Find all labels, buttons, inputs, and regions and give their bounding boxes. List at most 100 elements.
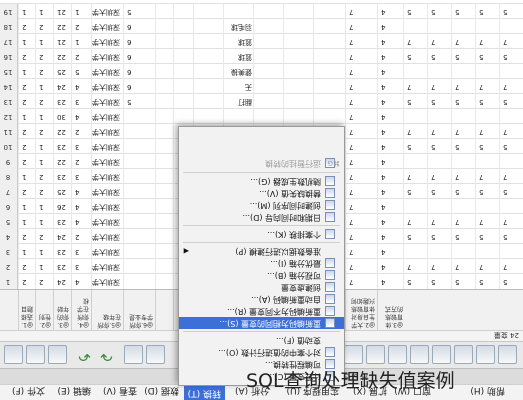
- table-cell[interactable]: 5: [451, 184, 475, 199]
- table-cell[interactable]: 5: [427, 49, 451, 64]
- table-cell[interactable]: [253, 19, 283, 34]
- table-cell[interactable]: 4: [377, 139, 405, 154]
- table-cell[interactable]: 5: [451, 49, 475, 64]
- table-cell[interactable]: 篮球: [223, 34, 255, 49]
- table-cell[interactable]: [283, 94, 313, 109]
- table-cell[interactable]: [155, 154, 173, 169]
- table-cell[interactable]: 4: [377, 49, 405, 64]
- table-cell[interactable]: 4: [377, 94, 405, 109]
- table-cell[interactable]: [155, 49, 173, 64]
- table-cell[interactable]: 5: [427, 4, 451, 19]
- table-cell[interactable]: 1: [18, 64, 35, 79]
- table-cell[interactable]: 4: [377, 109, 405, 124]
- table-cell[interactable]: [173, 109, 193, 124]
- table-cell[interactable]: 4: [377, 34, 405, 49]
- table-cell[interactable]: [173, 34, 193, 49]
- table-cell[interactable]: [451, 154, 475, 169]
- table-cell[interactable]: [403, 19, 427, 34]
- table-cell[interactable]: 翻打: [223, 94, 255, 109]
- table-cell[interactable]: 7: [403, 34, 427, 49]
- table-cell[interactable]: 5: [499, 4, 523, 19]
- table-cell[interactable]: 7: [427, 124, 451, 139]
- table-cell[interactable]: 7: [451, 169, 475, 184]
- table-cell[interactable]: 7: [345, 169, 377, 184]
- table-cell[interactable]: 无: [223, 79, 255, 94]
- table-cell[interactable]: [155, 124, 173, 139]
- table-cell[interactable]: 7: [451, 214, 475, 229]
- table-cell[interactable]: 5: [499, 139, 523, 154]
- row-number[interactable]: 17: [0, 34, 18, 49]
- table-cell[interactable]: 1: [71, 34, 91, 49]
- table-cell[interactable]: 30: [53, 109, 71, 124]
- table-cell[interactable]: 深圳大学: [91, 259, 123, 274]
- table-cell[interactable]: 2: [71, 229, 91, 244]
- table-cell[interactable]: 7: [345, 229, 377, 244]
- table-cell[interactable]: 2: [35, 49, 53, 64]
- table-cell[interactable]: 4: [377, 124, 405, 139]
- table-cell[interactable]: [427, 199, 451, 214]
- table-cell[interactable]: 4: [377, 169, 405, 184]
- table-cell[interactable]: [283, 109, 313, 124]
- table-cell[interactable]: 5: [499, 49, 523, 64]
- insert-case-icon[interactable]: [454, 345, 473, 364]
- table-cell[interactable]: 7: [345, 124, 377, 139]
- table-cell[interactable]: 2: [35, 184, 53, 199]
- table-cell[interactable]: 1: [35, 79, 53, 94]
- column-header[interactable]: @5.你所在年级: [91, 290, 123, 330]
- table-cell[interactable]: 7: [499, 259, 523, 274]
- table-cell[interactable]: [427, 64, 451, 79]
- table-cell[interactable]: 2: [35, 64, 53, 79]
- column-header[interactable]: @3.体育锻炼的方式: [377, 290, 405, 330]
- table-cell[interactable]: 7: [345, 139, 377, 154]
- table-cell[interactable]: 3: [71, 94, 91, 109]
- print-icon[interactable]: [48, 345, 67, 364]
- row-number[interactable]: 14: [0, 79, 18, 94]
- table-cell[interactable]: 深圳大学: [91, 229, 123, 244]
- table-cell[interactable]: [427, 154, 451, 169]
- table-cell[interactable]: 5: [475, 49, 499, 64]
- table-cell[interactable]: [403, 244, 427, 259]
- table-cell[interactable]: 1: [35, 214, 53, 229]
- table-cell[interactable]: 4: [71, 274, 91, 289]
- table-cell[interactable]: 7: [427, 169, 451, 184]
- table-cell[interactable]: 5: [475, 274, 499, 289]
- table-cell[interactable]: 2: [35, 229, 53, 244]
- table-cell[interactable]: 2: [35, 169, 53, 184]
- table-cell[interactable]: 7: [345, 274, 377, 289]
- table-cell[interactable]: 6: [123, 49, 155, 64]
- table-cell[interactable]: 2: [18, 124, 35, 139]
- table-cell[interactable]: [173, 19, 193, 34]
- table-cell[interactable]: 7: [451, 34, 475, 49]
- table-row[interactable]: 13 2 2 23 3 深圳大学 5 7 4 5 5 5 5 5 翻打: [0, 93, 523, 109]
- table-cell[interactable]: 3: [71, 244, 91, 259]
- table-cell[interactable]: 7: [499, 79, 523, 94]
- column-header[interactable]: @1.选择题目: [18, 290, 35, 330]
- menu-data[interactable]: 数据 (D): [144, 385, 179, 398]
- table-cell[interactable]: 7: [403, 124, 427, 139]
- menu-item-count-values[interactable]: 对个案中的值进行计数 (O)...: [179, 346, 344, 358]
- table-cell[interactable]: [451, 199, 475, 214]
- row-number[interactable]: 6: [0, 199, 18, 214]
- table-cell[interactable]: 2: [71, 154, 91, 169]
- table-cell[interactable]: 22: [53, 49, 71, 64]
- table-cell[interactable]: 23: [53, 94, 71, 109]
- table-cell[interactable]: 1: [35, 4, 53, 19]
- table-cell[interactable]: 2: [71, 124, 91, 139]
- table-cell[interactable]: 1: [35, 244, 53, 259]
- table-cell[interactable]: [313, 64, 345, 79]
- table-cell[interactable]: 7: [345, 94, 377, 109]
- value-labels-icon[interactable]: [410, 345, 429, 364]
- table-cell[interactable]: 1: [71, 4, 91, 19]
- table-cell[interactable]: 深圳大学: [91, 169, 123, 184]
- table-cell[interactable]: 5: [427, 94, 451, 109]
- table-cell[interactable]: 4: [377, 154, 405, 169]
- table-cell[interactable]: [451, 109, 475, 124]
- table-cell[interactable]: [123, 259, 155, 274]
- table-cell[interactable]: 1: [18, 34, 35, 49]
- table-cell[interactable]: 7: [475, 214, 499, 229]
- table-cell[interactable]: [475, 154, 499, 169]
- table-cell[interactable]: 7: [427, 259, 451, 274]
- table-cell[interactable]: 1: [18, 244, 35, 259]
- table-cell[interactable]: [193, 49, 223, 64]
- row-number[interactable]: 1: [0, 274, 18, 289]
